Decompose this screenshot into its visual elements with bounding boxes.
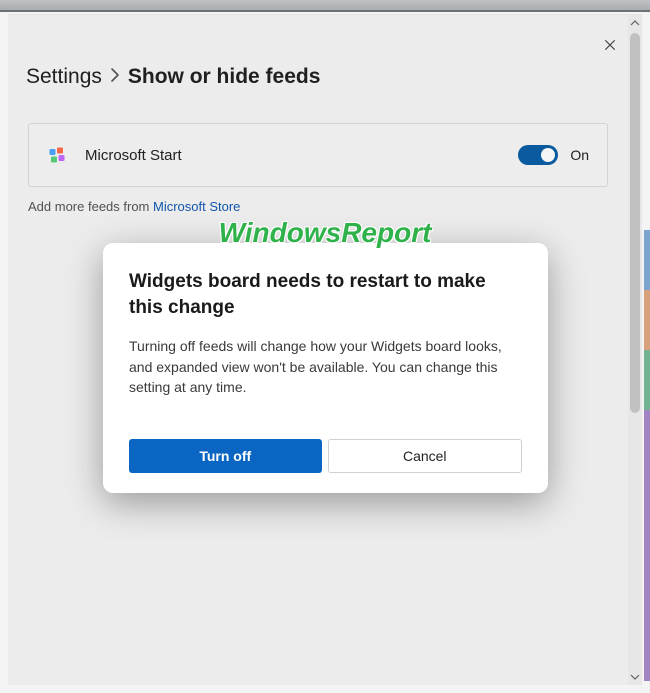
background-side-tiles [644, 230, 650, 681]
viewport: Settings Show or hide feeds Microsoft St… [0, 0, 650, 693]
settings-panel: Settings Show or hide feeds Microsoft St… [8, 14, 642, 685]
dialog-body: Turning off feeds will change how your W… [129, 336, 522, 397]
window-top-strip [0, 0, 650, 12]
turn-off-button[interactable]: Turn off [129, 439, 322, 473]
cancel-button[interactable]: Cancel [328, 439, 523, 473]
dialog-title: Widgets board needs to restart to make t… [129, 269, 522, 320]
dialog-actions: Turn off Cancel [129, 439, 522, 473]
confirm-dialog: Widgets board needs to restart to make t… [103, 243, 548, 493]
